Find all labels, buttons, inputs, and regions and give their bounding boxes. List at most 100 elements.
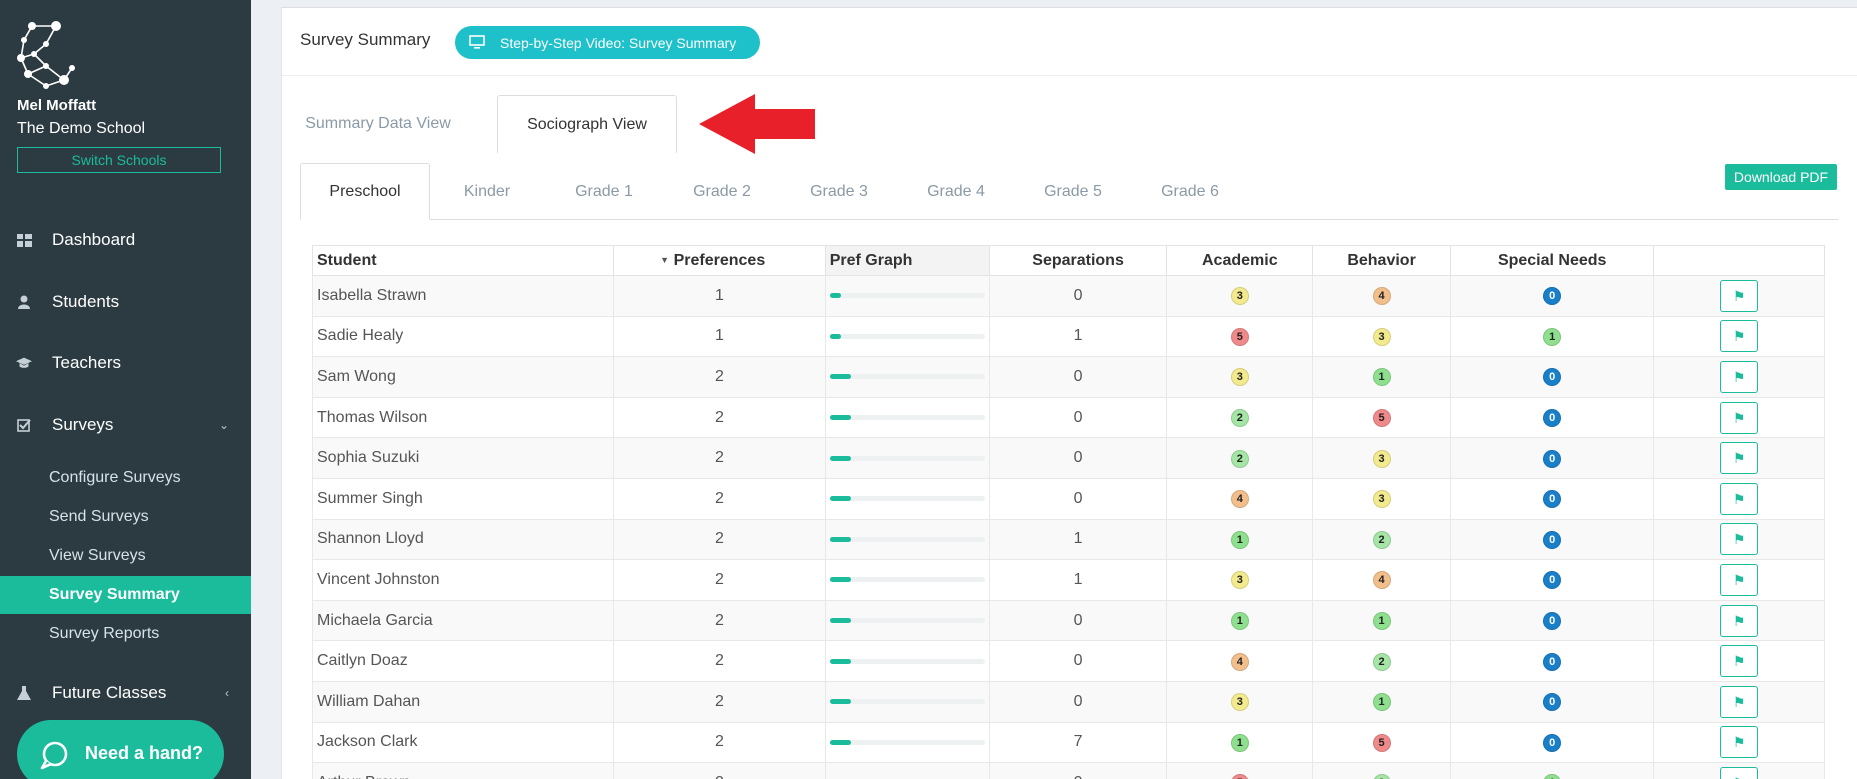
cell-pref-graph — [824, 762, 990, 779]
flag-button[interactable]: ⚑ — [1720, 320, 1759, 353]
col-special-needs[interactable]: Special Needs — [1449, 245, 1655, 276]
behavior-badge: 1 — [1372, 368, 1391, 387]
cell-pref-graph — [824, 518, 990, 561]
cell-special-needs: 1 — [1449, 315, 1655, 358]
flag-button[interactable]: ⚑ — [1720, 726, 1759, 759]
flag-button[interactable]: ⚑ — [1720, 279, 1759, 312]
special-needs-badge: 0 — [1543, 530, 1562, 549]
cell-academic: 4 — [1166, 477, 1314, 520]
flag-button[interactable]: ⚑ — [1720, 482, 1759, 515]
subnav-send-surveys[interactable]: Send Surveys — [0, 498, 251, 536]
behavior-badge: 5 — [1372, 733, 1391, 752]
cell-separations: 0 — [988, 640, 1168, 682]
arrow-annotation-icon — [699, 94, 815, 154]
cell-pref-graph — [824, 680, 990, 723]
nav-students[interactable]: Students — [0, 282, 251, 322]
table-row: William Dahan 2 0 3 1 0 ⚑ — [311, 680, 1825, 723]
tab-grade-kinder[interactable]: Kinder — [432, 163, 542, 220]
subnav-label: Survey Summary — [49, 586, 180, 603]
pref-bar-track — [829, 455, 985, 461]
special-needs-badge: 0 — [1543, 612, 1562, 631]
pref-bar-fill — [829, 536, 852, 542]
academic-badge: 3 — [1230, 571, 1249, 590]
tab-grade-6[interactable]: Grade 6 — [1132, 163, 1248, 220]
tab-grade-preschool[interactable]: Preschool — [300, 163, 430, 220]
cell-special-needs: 0 — [1449, 396, 1655, 439]
flag-button[interactable]: ⚑ — [1720, 523, 1759, 556]
chevron-left-icon: ‹ — [225, 686, 229, 700]
flag-button[interactable]: ⚑ — [1720, 360, 1759, 393]
tab-grade-3[interactable]: Grade 3 — [781, 163, 897, 220]
cell-separations: 1 — [988, 518, 1168, 561]
special-needs-badge: 0 — [1543, 733, 1562, 752]
cell-actions: ⚑ — [1653, 396, 1825, 439]
cell-pref-graph — [824, 640, 990, 682]
help-chat-button[interactable]: Need a hand? — [17, 720, 224, 779]
cell-preferences: 2 — [613, 396, 826, 439]
tab-sociograph-view[interactable]: Sociograph View — [497, 95, 677, 153]
cell-student: Sophia Suzuki — [311, 437, 615, 479]
col-academic[interactable]: Academic — [1166, 245, 1314, 276]
flag-button[interactable]: ⚑ — [1720, 766, 1759, 779]
tab-grade-4[interactable]: Grade 4 — [898, 163, 1014, 220]
col-preferences[interactable]: ▼ Preferences — [613, 245, 826, 276]
academic-badge: 3 — [1230, 368, 1249, 387]
tab-grade-5[interactable]: Grade 5 — [1015, 163, 1131, 220]
subnav-survey-summary[interactable]: Survey Summary — [0, 576, 251, 614]
behavior-badge: 4 — [1372, 287, 1391, 306]
flag-button[interactable]: ⚑ — [1720, 401, 1759, 434]
flag-button[interactable]: ⚑ — [1720, 685, 1759, 718]
cell-behavior: 2 — [1312, 762, 1451, 779]
subnav-configure-surveys[interactable]: Configure Surveys — [0, 459, 251, 497]
page-title: Survey Summary — [300, 30, 431, 49]
tab-summary-data-view[interactable]: Summary Data View — [301, 95, 455, 153]
flag-button[interactable]: ⚑ — [1720, 442, 1759, 475]
school-name: The Demo School — [17, 120, 146, 137]
table-row: Shannon Lloyd 2 1 1 2 0 ⚑ — [311, 518, 1825, 561]
cell-academic: 1 — [1166, 721, 1314, 764]
flag-button[interactable]: ⚑ — [1720, 563, 1759, 596]
cell-actions: ⚑ — [1653, 762, 1825, 779]
pref-bar-track — [829, 374, 985, 380]
cell-preferences: 2 — [613, 640, 826, 682]
special-needs-badge: 1 — [1543, 774, 1562, 779]
table-row: Michaela Garcia 2 0 1 1 0 ⚑ — [311, 599, 1825, 642]
cell-actions: ⚑ — [1653, 559, 1825, 601]
nav-surveys[interactable]: Surveys ⌄ — [0, 405, 251, 445]
cell-student: Vincent Johnston — [311, 559, 615, 601]
flag-button[interactable]: ⚑ — [1720, 645, 1759, 678]
download-pdf-button[interactable]: Download PDF — [1725, 164, 1837, 190]
table-row: Arthur Brown20521⚑ — [311, 762, 1825, 779]
table-body: Isabella Strawn 1 0 3 4 0 ⚑ Sadie Healy 1 1 5 3 1 ⚑ Sa… — [311, 275, 1825, 779]
pref-bar-fill — [829, 577, 852, 583]
cell-student: Shannon Lloyd — [311, 518, 615, 561]
nav-future-classes-label: Future Classes — [52, 683, 167, 702]
academic-badge: 2 — [1230, 449, 1249, 468]
table-header-row: Student ▼ Preferences Pref Graph Separat… — [311, 245, 1825, 276]
col-behavior[interactable]: Behavior — [1312, 245, 1451, 276]
subnav-label: Send Surveys — [49, 508, 149, 525]
cell-pref-graph — [824, 356, 990, 398]
cell-academic: 3 — [1166, 559, 1314, 601]
video-tutorial-button[interactable]: Step-by-Step Video: Survey Summary — [455, 26, 760, 59]
flag-button[interactable]: ⚑ — [1720, 604, 1759, 637]
cell-preferences: 1 — [613, 275, 826, 317]
academic-badge: 2 — [1230, 409, 1249, 428]
table-row: Thomas Wilson 2 0 2 5 0 ⚑ — [311, 396, 1825, 439]
tab-grade-1[interactable]: Grade 1 — [546, 163, 662, 220]
col-separations[interactable]: Separations — [988, 245, 1168, 276]
cell-special-needs: 0 — [1449, 437, 1655, 479]
cell-behavior: 4 — [1312, 559, 1451, 601]
col-student[interactable]: Student — [311, 245, 615, 276]
pref-bar-fill — [829, 415, 852, 421]
tab-grade-2[interactable]: Grade 2 — [664, 163, 780, 220]
special-needs-badge: 0 — [1543, 368, 1562, 387]
subnav-survey-reports[interactable]: Survey Reports — [0, 615, 251, 653]
nav-future-classes[interactable]: Future Classes ‹ — [0, 673, 251, 713]
pref-bar-fill — [829, 496, 852, 502]
subnav-view-surveys[interactable]: View Surveys — [0, 537, 251, 575]
col-pref-graph[interactable]: Pref Graph — [824, 245, 990, 276]
nav-teachers[interactable]: Teachers — [0, 343, 251, 383]
nav-dashboard[interactable]: Dashboard — [0, 220, 251, 260]
switch-schools-button[interactable]: Switch Schools — [17, 147, 221, 173]
